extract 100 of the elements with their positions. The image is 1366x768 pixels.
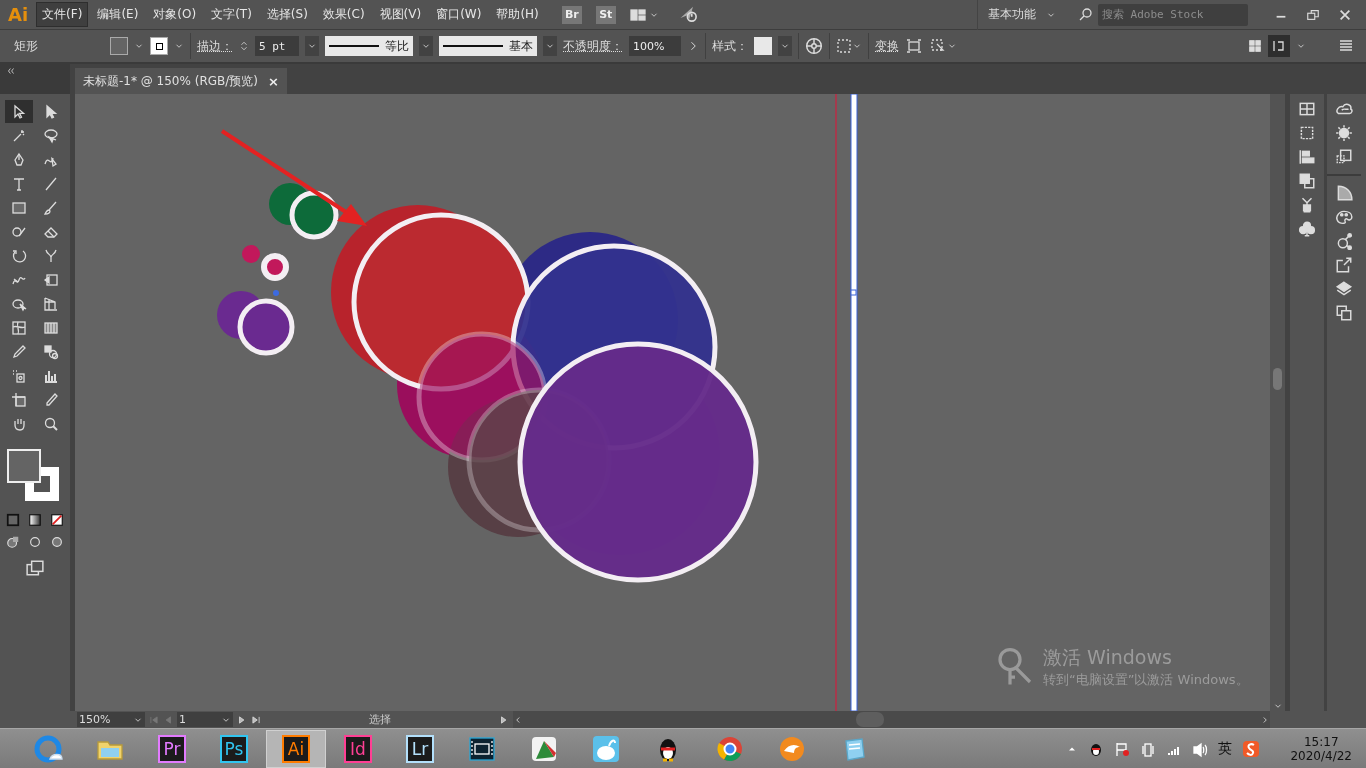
app-badge: Lr [406, 734, 434, 763]
arrange-icon[interactable] [1248, 39, 1262, 53]
layout-icon[interactable] [629, 6, 646, 23]
eyedropper-icon [11, 343, 27, 360]
menu-item[interactable]: 窗口(W) [430, 2, 488, 27]
rotate-icon [11, 247, 27, 264]
menu-item[interactable]: 文件(F) [36, 2, 89, 27]
input-method-indicator[interactable]: 英 [1218, 739, 1233, 758]
bridge-button[interactable]: Br [561, 5, 582, 24]
app-badge: Id [344, 734, 372, 763]
opacity-label: 不透明度： [563, 37, 623, 55]
clock[interactable]: 15:17 2020/4/22 [1274, 734, 1366, 763]
open-out-icon[interactable] [1334, 256, 1353, 274]
stock-button[interactable]: St [595, 5, 616, 24]
app-badge: Ps [220, 734, 248, 763]
app-logo: Ai [7, 4, 30, 25]
vertical-scrollbar-thumb[interactable] [1273, 368, 1282, 390]
align-left-icon[interactable] [1297, 148, 1316, 166]
club-icon[interactable] [1297, 220, 1316, 238]
align-icon[interactable] [929, 38, 947, 54]
none-mode-icon[interactable] [50, 513, 64, 527]
stroke-swatch[interactable] [150, 37, 168, 55]
taskbar-app-button[interactable]: Lr [390, 729, 450, 768]
last-page-icon[interactable] [251, 714, 261, 725]
horizontal-scrollbar-thumb[interactable] [856, 712, 884, 727]
fill-swatch[interactable] [110, 37, 128, 55]
status-menu-icon[interactable] [499, 714, 509, 725]
menu-item[interactable]: 帮助(H) [490, 2, 545, 27]
mesh-icon [11, 319, 27, 336]
knife-icon [43, 391, 59, 408]
rectangle-icon [11, 199, 27, 216]
artboard-number-dropdown[interactable]: 1 [177, 712, 233, 727]
palette-icon[interactable] [1334, 208, 1353, 226]
close-icon[interactable] [1338, 7, 1352, 22]
taskbar-app-button[interactable]: Ps [204, 729, 264, 768]
line-icon [43, 175, 59, 192]
graphic-style-swatch[interactable] [754, 37, 772, 55]
perspective-grid-icon [43, 295, 59, 312]
brush-definition-dropdown[interactable]: 基本 [439, 36, 537, 56]
export-box-icon[interactable] [1334, 148, 1353, 166]
lasso-icon [43, 127, 59, 144]
workspace-switcher[interactable]: 基本功能 [988, 6, 1036, 23]
tab-close-button[interactable]: × [268, 73, 279, 89]
document-tab[interactable]: 未标题-1* @ 150% (RGB/预览) × [75, 68, 287, 94]
selection-bounds-icon[interactable] [836, 38, 852, 54]
snap-icon[interactable] [1271, 38, 1287, 54]
screen-mode-icon[interactable] [24, 559, 46, 577]
taskbar-app-button[interactable]: Id [328, 729, 388, 768]
type-tool-icon [11, 175, 27, 192]
collapse-icon[interactable] [6, 66, 16, 76]
variable-width-profile-dropdown[interactable]: 等比 [325, 36, 413, 56]
input-method-icon[interactable] [1242, 739, 1261, 758]
color-mode-icon[interactable] [6, 513, 20, 527]
stock-search-field[interactable]: 搜索 Adobe Stock [1098, 3, 1248, 26]
draw-behind-icon[interactable] [28, 535, 42, 549]
transform-button[interactable]: 变换 [875, 37, 899, 55]
sprayer-icon [11, 367, 27, 384]
menu-item[interactable]: 编辑(E) [91, 2, 145, 27]
object-type-label: 矩形 [13, 37, 39, 55]
menu-item[interactable]: 视图(V) [373, 2, 428, 27]
draw-normal-icon[interactable] [6, 535, 20, 549]
search-icon[interactable] [1078, 6, 1094, 23]
menu-item[interactable]: 效果(C) [316, 2, 371, 27]
stroke-weight-field[interactable]: 5 pt [255, 36, 299, 56]
zoom-dropdown[interactable]: 150% [77, 712, 145, 727]
style-label: 样式： [712, 37, 748, 55]
free-transform-icon [43, 271, 59, 288]
taskbar-app-button[interactable]: Pr [142, 729, 202, 768]
app-badge: Ai [282, 734, 310, 763]
pathfinder-icon[interactable] [1297, 172, 1316, 190]
blend-icon [43, 343, 59, 360]
layers-icon[interactable] [1334, 280, 1353, 298]
next-page-icon[interactable] [237, 714, 247, 725]
menu-item[interactable]: 选择(S) [260, 2, 314, 27]
taskbar-app-button[interactable]: Ai [266, 729, 326, 768]
recolor-icon[interactable] [805, 37, 823, 55]
stroke-label: 描边： [197, 37, 233, 55]
crop-icon [11, 391, 27, 408]
gradient-icon [43, 319, 59, 336]
sun-icon[interactable] [1334, 124, 1353, 142]
menu-item[interactable]: 对象(O) [147, 2, 203, 27]
zoom-icon [43, 415, 59, 432]
menu-item[interactable]: 文字(T) [205, 2, 258, 27]
artboards-icon[interactable] [1334, 304, 1353, 322]
arrow-tool-button[interactable] [5, 100, 33, 123]
branch-icon [43, 247, 59, 264]
isolate-icon[interactable] [905, 38, 923, 54]
draw-inside-icon[interactable] [50, 535, 64, 549]
solid-arrow-icon [43, 103, 59, 120]
anchor-point[interactable] [850, 289, 857, 296]
arrow-icon [11, 103, 27, 120]
restore-icon[interactable] [1306, 7, 1320, 22]
fill-color-swatch[interactable] [7, 449, 41, 483]
gradient-mode-icon[interactable] [28, 513, 42, 527]
layout-grid-icon[interactable] [1297, 100, 1316, 118]
opacity-field[interactable]: 100% [629, 36, 681, 56]
panel-menu-icon[interactable] [1338, 38, 1354, 54]
status-text[interactable]: 选择 [265, 712, 495, 727]
paintbrush-icon [43, 199, 59, 216]
overlapping-circles-drawing[interactable] [217, 183, 759, 583]
